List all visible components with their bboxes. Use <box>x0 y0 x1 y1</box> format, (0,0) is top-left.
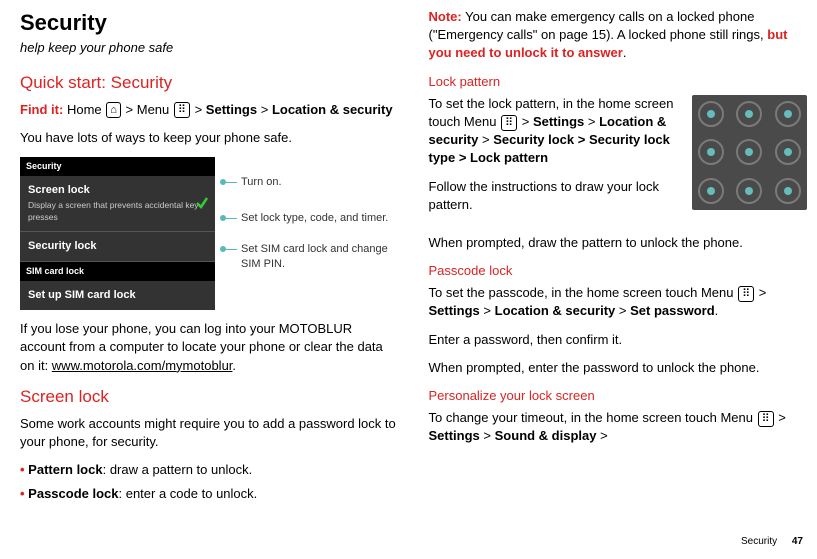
gt4: > <box>522 114 530 129</box>
pattern-dot <box>698 139 724 165</box>
personalize-sound: Sound & display <box>495 428 597 443</box>
screen-lock-sub: Display a screen that prevents accidenta… <box>28 200 207 224</box>
pattern-dot <box>698 178 724 204</box>
find-it-menu: Menu <box>137 102 173 117</box>
personalize-intro: To change your timeout, in the home scre… <box>429 409 808 445</box>
passcode-enter: Enter a password, then confirm it. <box>429 331 808 349</box>
gt10: > <box>778 410 786 425</box>
phone-row-securitylock: Security lock <box>20 232 215 262</box>
pattern-dot <box>775 178 801 204</box>
pattern-dot <box>775 101 801 127</box>
passcode-prompt: When prompted, enter the password to unl… <box>429 359 808 377</box>
find-it-label: Find it: <box>20 102 63 117</box>
footer-page-number: 47 <box>792 536 803 547</box>
page-title: Security <box>20 8 399 39</box>
passcode-lock-text: : enter a code to unlock. <box>119 486 258 501</box>
intro-para: You have lots of ways to keep your phone… <box>20 129 399 147</box>
pattern-text: To set the lock pattern, in the home scr… <box>429 95 683 224</box>
pattern-lock-text: : draw a pattern to unlock. <box>103 462 253 477</box>
footer-section: Security <box>741 536 777 547</box>
gt3: > <box>261 102 269 117</box>
personalize-intro-text: To change your timeout, in the home scre… <box>429 410 757 425</box>
lock-type-list: Pattern lock: draw a pattern to unlock. … <box>20 461 399 503</box>
lose-phone-para: If you lose your phone, you can log into… <box>20 320 399 375</box>
pattern-dot <box>736 101 762 127</box>
menu-icon: ⠿ <box>174 102 190 118</box>
passcode-intro: To set the passcode, in the home screen … <box>429 284 808 320</box>
security-lock-title: Security lock <box>28 239 207 254</box>
screenlock-para: Some work accounts might require you to … <box>20 415 399 451</box>
menu-icon: ⠿ <box>501 115 517 131</box>
left-column: Security help keep your phone safe Quick… <box>20 8 399 549</box>
lockpat-follow: Follow the instructions to draw your loc… <box>429 178 683 214</box>
checkmark-icon <box>195 196 209 210</box>
menu-icon: ⠿ <box>738 286 754 302</box>
find-it-settings: Settings <box>206 102 257 117</box>
page-footer: Security 47 <box>741 535 803 549</box>
passcode-settings: Settings <box>429 303 480 318</box>
passcode-intro-text: To set the passcode, in the home screen … <box>429 285 738 300</box>
sim-lock-title: Set up SIM card lock <box>28 288 207 303</box>
gt5: > <box>588 114 596 129</box>
anno-turn-on: Turn on. <box>223 175 399 190</box>
pattern-dot <box>698 101 724 127</box>
passcode-heading: Passcode lock <box>429 262 808 280</box>
personalize-heading: Personalize your lock screen <box>429 387 808 405</box>
anno-lock-type: Set lock type, code, and timer. <box>223 211 399 226</box>
pattern-section: To set the lock pattern, in the home scr… <box>429 95 808 224</box>
note-para: Note: You can make emergency calls on a … <box>429 8 808 63</box>
page-subtitle: help keep your phone safe <box>20 39 399 57</box>
lockpat-intro: To set the lock pattern, in the home scr… <box>429 95 683 168</box>
phone-row-simlock: Set up SIM card lock <box>20 281 215 310</box>
find-it-location: Location & security <box>272 102 393 117</box>
phone-header: Security <box>20 157 215 176</box>
gt12: > <box>600 428 608 443</box>
note-text: You can make emergency calls on a locked… <box>429 9 768 42</box>
find-it-home: Home <box>67 102 105 117</box>
gt6: > <box>482 132 490 147</box>
pattern-grid-image <box>692 95 807 210</box>
gt1: > <box>126 102 134 117</box>
pattern-dot <box>736 139 762 165</box>
find-it-line: Find it: Home ⌂ > Menu ⠿ > Settings > Lo… <box>20 101 399 119</box>
home-icon: ⌂ <box>106 102 121 118</box>
pattern-dot <box>736 178 762 204</box>
screen-lock-title: Screen lock <box>28 183 207 198</box>
lockpat-prompt: When prompted, draw the pattern to unloc… <box>429 234 808 252</box>
note-label: Note: <box>429 9 462 24</box>
bullet-pattern: Pattern lock: draw a pattern to unlock. <box>20 461 399 479</box>
gt9: > <box>619 303 627 318</box>
motoblur-link: www.motorola.com/mymotoblur <box>52 358 233 373</box>
anno-sim-lock: Set SIM card lock and change SIM PIN. <box>223 242 399 273</box>
passcode-lock-label: Passcode lock <box>28 486 118 501</box>
pattern-dot <box>775 139 801 165</box>
bullet-passcode: Passcode lock: enter a code to unlock. <box>20 485 399 503</box>
passcode-set: Set password <box>630 303 715 318</box>
screenlock-heading: Screen lock <box>20 385 399 409</box>
right-column: Note: You can make emergency calls on a … <box>429 8 808 549</box>
gt2: > <box>195 102 203 117</box>
phone-mock: Security Screen lock Display a screen th… <box>20 157 215 310</box>
annotations: Turn on. Set lock type, code, and timer.… <box>223 157 399 285</box>
gt11: > <box>483 428 491 443</box>
pattern-lock-label: Pattern lock <box>28 462 102 477</box>
gt7: > <box>759 285 767 300</box>
quickstart-heading: Quick start: Security <box>20 71 399 95</box>
phone-row-screenlock: Screen lock Display a screen that preven… <box>20 176 215 232</box>
passcode-loc: Location & security <box>495 303 616 318</box>
lock-pattern-heading: Lock pattern <box>429 73 808 91</box>
menu-icon: ⠿ <box>758 411 774 427</box>
phone-subheader: SIM card lock <box>20 262 215 281</box>
lockpat-settings: Settings <box>533 114 584 129</box>
personalize-settings: Settings <box>429 428 480 443</box>
phone-mock-section: Security Screen lock Display a screen th… <box>20 157 399 310</box>
gt8: > <box>483 303 491 318</box>
